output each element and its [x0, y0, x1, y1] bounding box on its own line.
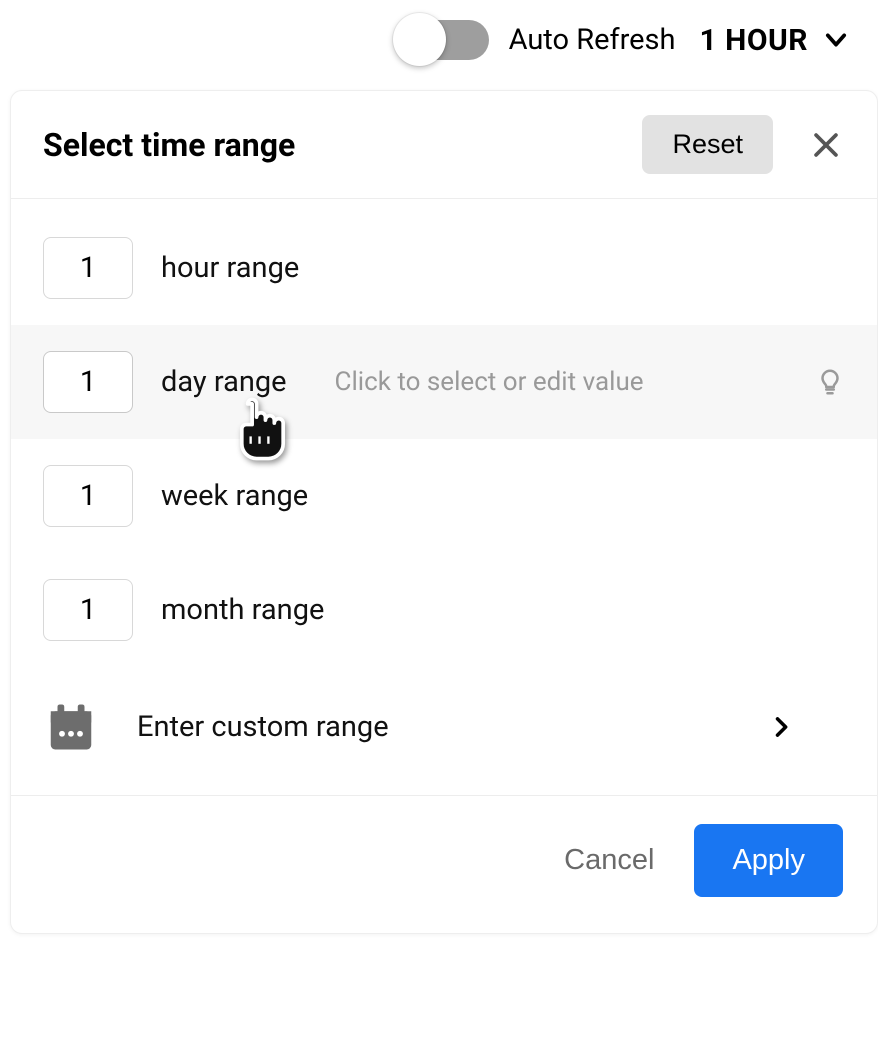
option-value-input[interactable]: 1: [43, 579, 133, 641]
option-week-range[interactable]: 1 week range: [11, 439, 877, 553]
panel-title: Select time range: [43, 126, 295, 164]
chevron-right-icon: [767, 713, 795, 741]
option-value-input[interactable]: 1: [43, 351, 133, 413]
panel-footer: Cancel Apply: [11, 795, 877, 933]
option-label: day range: [161, 365, 287, 399]
time-range-selector-value: 1 HOUR: [699, 23, 808, 58]
option-hour-range[interactable]: 1 hour range: [11, 211, 877, 325]
cancel-button[interactable]: Cancel: [556, 834, 662, 887]
option-label: week range: [161, 479, 308, 513]
custom-range-label: Enter custom range: [137, 710, 389, 744]
options-list: 1 hour range 1 day range Click to select…: [11, 199, 877, 795]
auto-refresh-group: Auto Refresh: [399, 20, 676, 60]
close-icon: [809, 128, 843, 162]
close-button[interactable]: [805, 124, 847, 166]
top-bar: Auto Refresh 1 HOUR: [0, 0, 878, 80]
option-month-range[interactable]: 1 month range: [11, 553, 877, 667]
panel-header-actions: Reset: [642, 115, 847, 174]
option-label: month range: [161, 593, 324, 627]
auto-refresh-label: Auto Refresh: [509, 23, 676, 57]
option-hint: Click to select or edit value: [335, 367, 644, 397]
chevron-down-icon: [822, 26, 850, 54]
toggle-knob: [393, 13, 446, 66]
calendar-icon: [43, 699, 99, 755]
reset-button[interactable]: Reset: [642, 115, 773, 174]
panel-header: Select time range Reset: [11, 91, 877, 199]
option-value-input[interactable]: 1: [43, 237, 133, 299]
option-day-range[interactable]: 1 day range Click to select or edit valu…: [11, 325, 877, 439]
option-label: hour range: [161, 251, 299, 285]
option-value-input[interactable]: 1: [43, 465, 133, 527]
auto-refresh-toggle[interactable]: [399, 20, 489, 60]
lightbulb-icon: [815, 367, 845, 397]
apply-button[interactable]: Apply: [694, 824, 843, 897]
time-range-selector[interactable]: 1 HOUR: [699, 23, 850, 58]
pointer-cursor-icon: [231, 395, 291, 463]
option-custom-range[interactable]: Enter custom range: [11, 667, 877, 795]
time-range-panel: Select time range Reset 1 hour range 1 d…: [10, 90, 878, 934]
